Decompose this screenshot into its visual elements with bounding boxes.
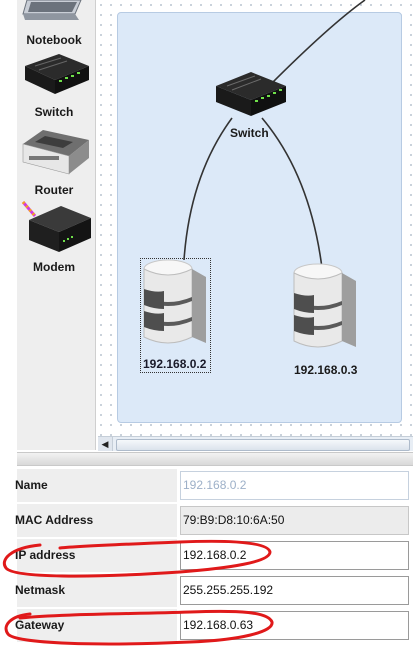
switch-label: Switch — [230, 126, 269, 140]
scrollbar-thumb[interactable] — [116, 439, 410, 451]
property-label: Gateway — [15, 609, 177, 642]
mac-address-field[interactable]: 79:B9:D8:10:6A:50 — [180, 506, 409, 535]
property-row-gateway: Gateway 192.168.0.63 — [0, 609, 413, 642]
server-label-1: 192.168.0.2 — [143, 357, 207, 371]
server-label-2: 192.168.0.3 — [294, 363, 358, 377]
gateway-field[interactable]: 192.168.0.63 — [180, 611, 409, 640]
property-label: MAC Address — [15, 504, 177, 537]
property-label: Name — [15, 469, 177, 502]
netmask-field[interactable]: 255.255.255.192 — [180, 576, 409, 605]
name-field[interactable]: 192.168.0.2 — [180, 471, 409, 500]
property-row-netmask: Netmask 255.255.255.192 — [0, 574, 413, 607]
property-row-mac: MAC Address 79:B9:D8:10:6A:50 — [0, 504, 413, 537]
horizontal-scrollbar[interactable]: ◀ — [98, 436, 413, 451]
server-icon[interactable] — [292, 263, 358, 355]
property-label: IP address — [15, 539, 177, 572]
server-icon[interactable] — [142, 259, 208, 351]
scroll-left-button[interactable]: ◀ — [98, 437, 113, 451]
property-row-name: Name 192.168.0.2 — [0, 469, 413, 502]
property-label: Netmask — [15, 574, 177, 607]
properties-panel: Name 192.168.0.2 MAC Address 79:B9:D8:10… — [0, 468, 413, 651]
split-pane-divider[interactable] — [17, 452, 413, 466]
link-switch-server2 — [261, 117, 323, 269]
switch-icon[interactable] — [213, 66, 289, 120]
ip-address-field[interactable]: 192.168.0.2 — [180, 541, 409, 570]
property-row-ip: IP address 192.168.0.2 — [0, 539, 413, 572]
link-switch-server1 — [183, 117, 233, 261]
